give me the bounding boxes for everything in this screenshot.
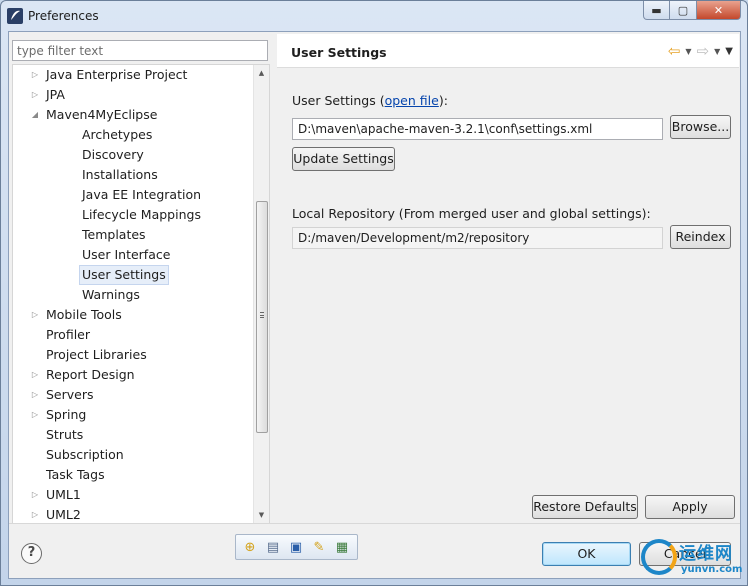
watermark-logo-icon <box>641 539 677 575</box>
help-icon[interactable]: ? <box>21 543 42 564</box>
tree-expand-icon[interactable]: ▷ <box>29 305 41 325</box>
filter-input[interactable] <box>12 40 268 61</box>
preference-toolbar: ⊕ ▤ ▣ ✎ ▦ <box>235 534 358 560</box>
tree-item-label: UML2 <box>46 507 81 522</box>
tree-item-label: Installations <box>82 167 158 182</box>
preferences-window: Preferences ▬ ▢ ✕ ▷ Java Enterprise Proje… <box>0 0 748 586</box>
tree-item-label: Discovery <box>82 147 144 162</box>
tree-item-label: Archetypes <box>82 127 153 142</box>
tree-item-label: Java EE Integration <box>82 187 202 202</box>
user-settings-label: User Settings (open file): <box>292 93 448 108</box>
tree-item-label: Templates <box>82 227 146 242</box>
page-header: User Settings ⇦ ▼ ⇨ ▼ ▼ <box>277 34 739 68</box>
edit-icon[interactable]: ✎ <box>309 537 329 557</box>
scroll-up-arrow-icon[interactable]: ▲ <box>254 65 269 81</box>
local-repository-label: Local Repository (From merged user and g… <box>292 206 651 221</box>
tree-item-label: Lifecycle Mappings <box>82 207 201 222</box>
tree-item-label: Warnings <box>82 287 140 302</box>
settings-page: User Settings ⇦ ▼ ⇨ ▼ ▼ User Settings (o… <box>277 34 739 522</box>
ok-button[interactable]: OK <box>542 542 631 566</box>
eclipse-app-icon <box>7 8 23 24</box>
restore-defaults-button[interactable]: Restore Defaults <box>532 495 638 519</box>
dialog-client: ▷ Java Enterprise Project ▷ JPA ◢ Maven4MyEcl… <box>8 31 741 579</box>
tree-expand-icon[interactable]: ▷ <box>29 365 41 385</box>
tree-item-label: Struts <box>46 427 84 442</box>
footer-divider <box>9 523 740 524</box>
user-settings-path-field[interactable]: D:\maven\apache-maven-3.2.1\conf\setting… <box>292 118 663 140</box>
tree-item-label: Servers <box>46 387 94 402</box>
close-button[interactable]: ✕ <box>697 1 741 20</box>
view-menu-icon[interactable]: ▼ <box>725 46 733 57</box>
tree-item-label: JPA <box>46 87 65 102</box>
tree-item-label: Java Enterprise Project <box>46 67 188 82</box>
open-file-link[interactable]: open file <box>385 93 439 108</box>
tree-item-label: Profiler <box>46 327 91 342</box>
tree-item-label: User Settings <box>79 265 169 285</box>
tree-expand-icon[interactable]: ▷ <box>29 485 41 505</box>
apply-button[interactable]: Apply <box>645 495 735 519</box>
watermark-domain: yunvn.com <box>681 564 743 575</box>
forward-arrow-icon[interactable]: ⇨ <box>697 43 710 59</box>
tree-expand-icon[interactable]: ▷ <box>29 385 41 405</box>
preferences-tree: ▷ Java Enterprise Project ▷ JPA ◢ Maven4MyEcl… <box>12 64 270 524</box>
tree-item-label: Task Tags <box>46 467 105 482</box>
minimize-button[interactable]: ▬ <box>643 1 670 20</box>
tree-scrollbar[interactable]: ▲ ▼ <box>253 65 269 523</box>
tree-item-label: Maven4MyEclipse <box>46 107 158 122</box>
site-watermark: 运维网 yunvn.com <box>641 537 748 586</box>
reindex-button[interactable]: Reindex <box>670 225 731 249</box>
tree-expand-icon[interactable]: ▷ <box>29 85 41 105</box>
page-title: User Settings <box>291 45 387 60</box>
local-repository-field: D:/maven/Development/m2/repository <box>292 227 663 249</box>
tree-item-label: User Interface <box>82 247 171 262</box>
export-icon[interactable]: ▦ <box>332 537 352 557</box>
tree-item-label: Mobile Tools <box>46 307 122 322</box>
monitor-icon[interactable]: ▣ <box>286 537 306 557</box>
add-icon[interactable]: ⊕ <box>240 537 260 557</box>
window-title: Preferences <box>28 9 99 23</box>
title-bar[interactable]: Preferences ▬ ▢ ✕ <box>1 1 747 31</box>
scroll-down-arrow-icon[interactable]: ▼ <box>254 507 269 523</box>
back-dropdown-icon[interactable]: ▼ <box>685 47 691 56</box>
browse-button[interactable]: Browse... <box>670 115 731 139</box>
tree-expand-icon[interactable]: ▷ <box>29 65 41 85</box>
maximize-button[interactable]: ▢ <box>670 1 697 20</box>
list-icon[interactable]: ▤ <box>263 537 283 557</box>
tree-item-label: Report Design <box>46 367 135 382</box>
tree-item-label: Project Libraries <box>46 347 147 362</box>
back-arrow-icon[interactable]: ⇦ <box>668 43 681 59</box>
grip-icon <box>260 312 264 318</box>
tree-expand-icon[interactable]: ▷ <box>29 505 41 523</box>
update-settings-button[interactable]: Update Settings <box>292 147 395 171</box>
tree-item-label: UML1 <box>46 487 81 502</box>
scroll-thumb[interactable] <box>256 201 268 433</box>
tree-item-label: Subscription <box>46 447 124 462</box>
tree-collapse-icon[interactable]: ◢ <box>29 105 41 125</box>
forward-dropdown-icon[interactable]: ▼ <box>714 47 720 56</box>
tree-expand-icon[interactable]: ▷ <box>29 405 41 425</box>
watermark-title: 运维网 <box>679 544 733 564</box>
tree-item-label: Spring <box>46 407 87 422</box>
